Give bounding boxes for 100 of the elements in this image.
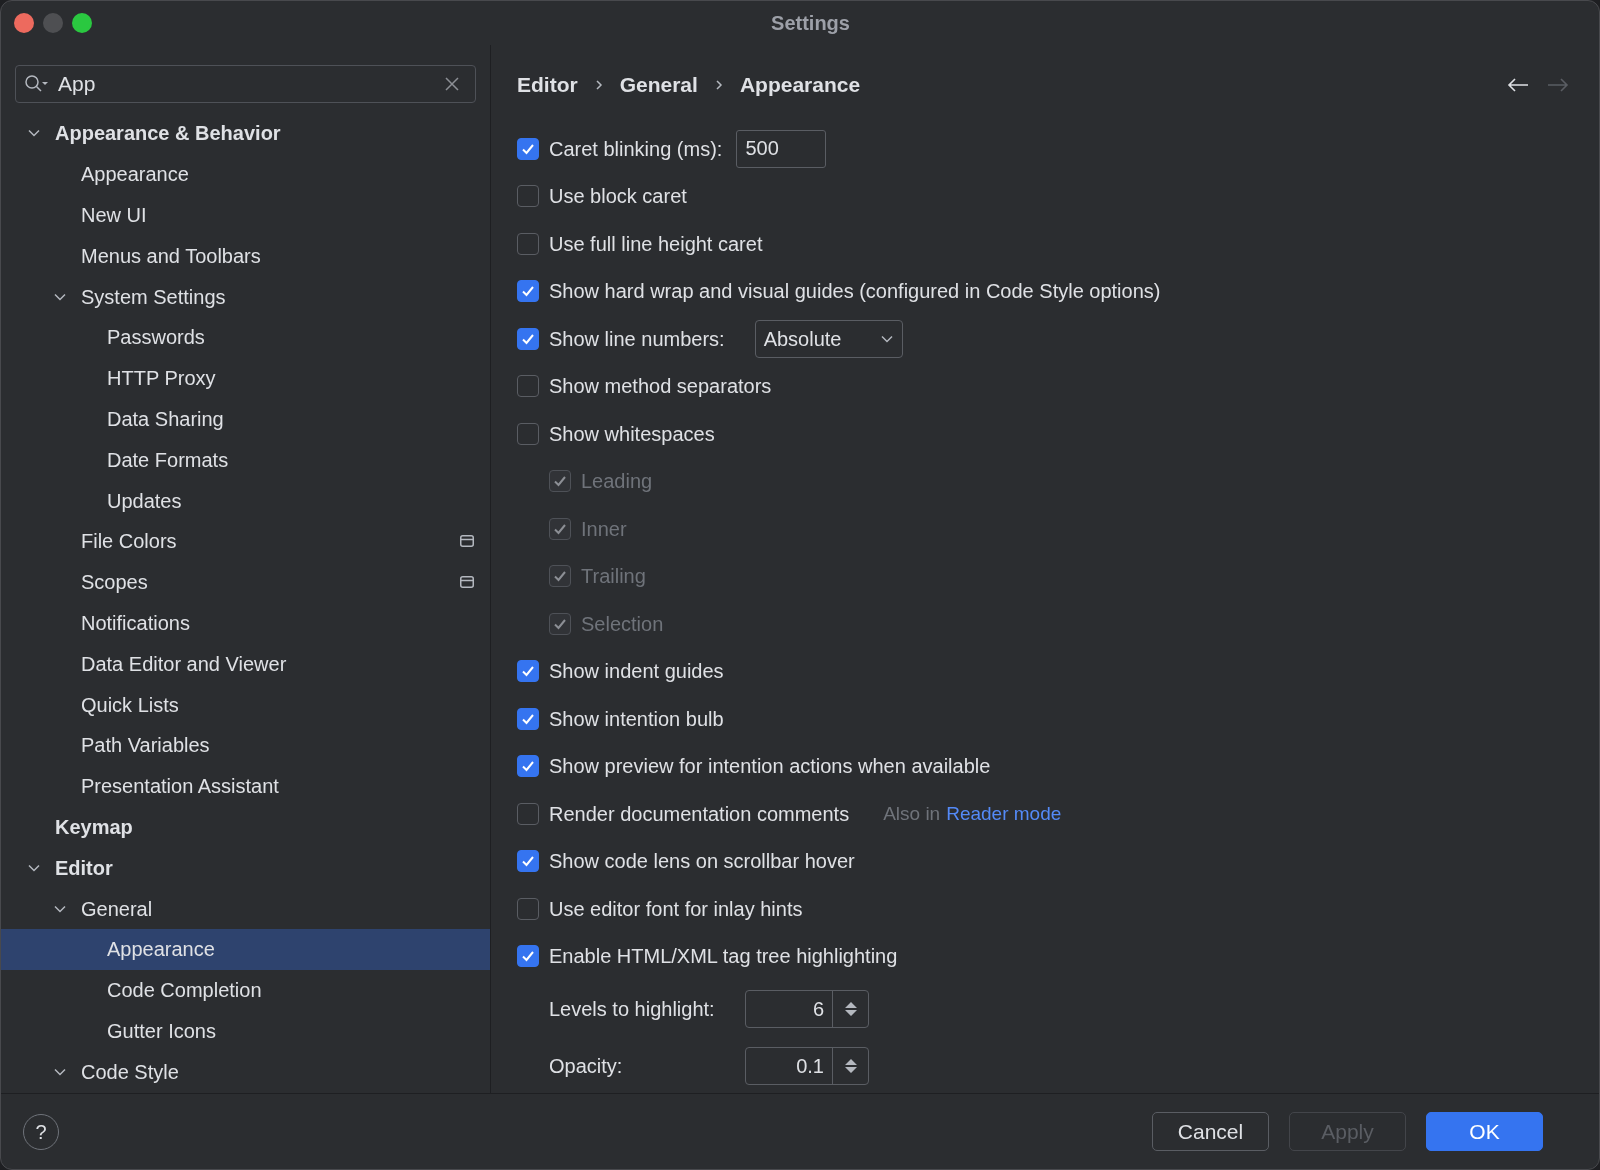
tree-item-label: Date Formats bbox=[107, 447, 229, 473]
tree-item[interactable]: Code Style bbox=[1, 1051, 490, 1093]
checkmark-icon bbox=[521, 664, 535, 679]
tree-item-label: HTTP Proxy bbox=[107, 366, 216, 392]
tree-item-label: Scopes bbox=[81, 570, 148, 596]
checkmark-icon bbox=[553, 474, 567, 489]
option-label: Opacity: bbox=[549, 1053, 624, 1079]
tree-item[interactable]: Passwords bbox=[1, 317, 490, 358]
tree-item-label: System Settings bbox=[81, 284, 226, 310]
checkmark-icon bbox=[521, 949, 535, 964]
tree-item-label: General bbox=[81, 896, 153, 922]
tree-item[interactable]: Data Editor and Viewer bbox=[1, 643, 490, 685]
checkmark-icon bbox=[521, 759, 535, 774]
tree-item[interactable]: Data Sharing bbox=[1, 398, 490, 440]
checkbox[interactable] bbox=[517, 945, 539, 968]
checkbox[interactable] bbox=[517, 185, 539, 208]
window-title: Settings bbox=[771, 11, 850, 36]
tree-item[interactable]: Keymap bbox=[1, 806, 490, 848]
checkmark-icon bbox=[521, 854, 535, 869]
checkbox[interactable] bbox=[517, 327, 539, 350]
tree-item[interactable]: Appearance bbox=[1, 153, 490, 195]
option-label: Caret blinking (ms): bbox=[549, 136, 723, 162]
tree-item[interactable]: Date Formats bbox=[1, 439, 490, 481]
tree-item[interactable]: HTTP Proxy bbox=[1, 357, 490, 399]
dialog-button[interactable]: Cancel bbox=[1152, 1112, 1269, 1151]
spin-arrows-icon[interactable] bbox=[843, 999, 858, 1018]
tree-item[interactable]: Quick Lists bbox=[1, 684, 490, 725]
checkbox[interactable] bbox=[517, 660, 539, 683]
spinner-field[interactable]: 0.1 bbox=[745, 1046, 869, 1085]
tree-item-label: Appearance bbox=[81, 162, 189, 188]
tree-item[interactable]: Presentation Assistant bbox=[1, 765, 490, 807]
tree-item[interactable]: File Colors bbox=[1, 520, 490, 562]
spinner-field[interactable]: 6 bbox=[745, 989, 869, 1028]
tree-item[interactable]: Updates bbox=[1, 480, 490, 521]
checkmark-icon bbox=[521, 284, 535, 299]
option-label: Levels to highlight: bbox=[549, 996, 716, 1022]
checkbox[interactable] bbox=[517, 137, 539, 160]
option-label: Show intention bulb bbox=[549, 706, 724, 732]
option-label: Trailing bbox=[581, 564, 646, 590]
tree-item-label: Path Variables bbox=[81, 733, 210, 759]
search-field[interactable]: App bbox=[15, 65, 476, 103]
checkbox[interactable] bbox=[517, 850, 539, 873]
search-input[interactable]: App bbox=[58, 68, 437, 100]
option-label: Use block caret bbox=[549, 184, 687, 210]
tree-item-label: Data Editor and Viewer bbox=[81, 651, 287, 677]
chevron-right-icon bbox=[713, 79, 724, 91]
ok-button[interactable]: OK bbox=[1426, 1112, 1543, 1151]
checkbox[interactable] bbox=[517, 232, 539, 255]
option-label: Show preview for intention actions when available bbox=[549, 754, 991, 780]
search-icon bbox=[24, 74, 50, 94]
checkbox[interactable] bbox=[517, 802, 539, 825]
option-label: Show indent guides bbox=[549, 659, 724, 685]
tree-item[interactable]: General bbox=[1, 888, 490, 929]
spin-arrows-icon[interactable] bbox=[843, 1056, 858, 1075]
tree-item[interactable]: Editor bbox=[1, 847, 490, 889]
tree-item-label: Code Style bbox=[81, 1059, 179, 1085]
tree-item[interactable]: Notifications bbox=[1, 602, 490, 644]
clear-icon[interactable] bbox=[445, 77, 459, 91]
tree-item-label: Passwords bbox=[107, 325, 205, 351]
checkbox[interactable] bbox=[517, 422, 539, 445]
tree-item[interactable]: System Settings bbox=[1, 276, 490, 317]
tree-item[interactable]: New UI bbox=[1, 194, 490, 236]
tree-item[interactable]: Code Completion bbox=[1, 969, 490, 1011]
tree-item[interactable]: Path Variables bbox=[1, 724, 490, 766]
option-label: Show hard wrap and visual guides (configured in Code Style options) bbox=[549, 279, 1161, 305]
checkbox[interactable] bbox=[517, 375, 539, 398]
close-window-button[interactable] bbox=[14, 13, 34, 33]
checkbox[interactable] bbox=[517, 755, 539, 778]
tree-item[interactable]: Scopes bbox=[1, 561, 490, 603]
tree-item[interactable]: Gutter Icons bbox=[1, 1010, 490, 1052]
option-label: Show code lens on scrollbar hover bbox=[549, 849, 855, 875]
breadcrumb-item[interactable]: Editor bbox=[517, 69, 578, 101]
back-arrow-icon[interactable] bbox=[1507, 77, 1529, 93]
checkbox[interactable] bbox=[517, 897, 539, 920]
checkbox[interactable] bbox=[517, 280, 539, 303]
dropdown[interactable]: Absolute bbox=[754, 319, 903, 358]
option-label: Leading bbox=[581, 469, 653, 495]
tree-item-label: Gutter Icons bbox=[107, 1018, 216, 1044]
tree-item[interactable]: Appearance & Behavior bbox=[1, 113, 490, 154]
tree-item-label: Presentation Assistant bbox=[81, 774, 279, 800]
chevron-right-icon bbox=[593, 79, 604, 91]
tree-item-label: Quick Lists bbox=[81, 692, 179, 718]
number-field[interactable]: 500 bbox=[736, 129, 827, 168]
option-label: Show whitespaces bbox=[549, 421, 715, 447]
breadcrumb-item[interactable]: Appearance bbox=[739, 69, 861, 101]
option-label: Show line numbers: bbox=[549, 326, 725, 352]
hint-text: Also in bbox=[883, 801, 941, 826]
reader-mode-link[interactable]: Reader mode bbox=[946, 799, 1062, 828]
breadcrumb-item[interactable]: General bbox=[619, 69, 698, 101]
tree-item[interactable]: Appearance bbox=[1, 928, 490, 970]
zoom-window-button[interactable] bbox=[72, 13, 92, 33]
option-label: Show method separators bbox=[549, 374, 772, 400]
tree-item-label: Code Completion bbox=[107, 978, 262, 1004]
tree-item[interactable]: Menus and Toolbars bbox=[1, 235, 490, 277]
checkbox[interactable] bbox=[517, 707, 539, 730]
option-label: Use editor font for inlay hints bbox=[549, 896, 803, 922]
tree-item-label: New UI bbox=[81, 203, 147, 228]
tree-item-label: File Colors bbox=[81, 529, 177, 555]
tree-item-label: Appearance & Behavior bbox=[55, 121, 281, 147]
option-label: Inner bbox=[581, 516, 627, 542]
